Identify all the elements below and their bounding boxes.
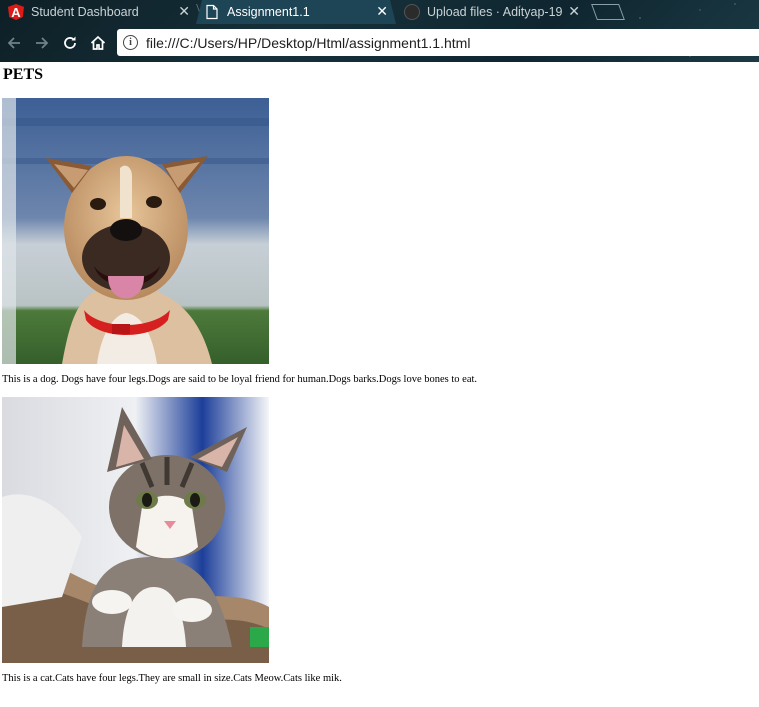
new-tab-button[interactable] — [591, 4, 625, 20]
cat-photo — [2, 397, 269, 663]
reload-icon — [64, 36, 76, 49]
cat-description: This is a cat.Cats have four legs.They a… — [2, 673, 342, 684]
tab-title: Assignment1.1 — [227, 5, 310, 19]
address-bar[interactable]: i file:///C:/Users/HP/Desktop/Html/assig… — [117, 29, 759, 56]
page-heading: PETS — [3, 66, 44, 83]
dog-illustration — [2, 98, 269, 364]
document-icon — [204, 4, 220, 20]
tab-title: Upload files · Adityap-19 — [427, 5, 563, 19]
home-icon — [90, 35, 106, 50]
reload-button[interactable] — [58, 31, 82, 55]
github-icon — [404, 4, 420, 20]
close-tab-icon[interactable]: ✕ — [376, 3, 388, 19]
forward-button[interactable] — [30, 31, 54, 55]
info-icon[interactable]: i — [123, 35, 138, 50]
dog-description: This is a dog. Dogs have four legs.Dogs … — [2, 374, 478, 385]
url-text[interactable]: file:///C:/Users/HP/Desktop/Html/assignm… — [146, 35, 470, 51]
dog-photo — [2, 98, 269, 364]
tab-strip: A Student Dashboard ✕ Assignment1.1 ✕ Up… — [0, 0, 759, 24]
tab-student-dashboard[interactable]: A Student Dashboard ✕ — [0, 0, 198, 24]
browser-chrome: A Student Dashboard ✕ Assignment1.1 ✕ Up… — [0, 0, 759, 62]
arrow-right-icon — [36, 37, 49, 49]
back-button[interactable] — [2, 31, 26, 55]
cat-illustration — [2, 397, 269, 663]
close-tab-icon[interactable]: ✕ — [178, 3, 190, 19]
close-tab-icon[interactable]: ✕ — [568, 3, 580, 19]
angular-icon: A — [8, 4, 24, 20]
tab-assignment[interactable]: Assignment1.1 ✕ — [196, 0, 396, 24]
arrow-left-icon — [7, 37, 20, 49]
browser-toolbar: i file:///C:/Users/HP/Desktop/Html/assig… — [0, 28, 759, 58]
home-button[interactable] — [86, 31, 110, 55]
tab-upload-files[interactable]: Upload files · Adityap-19 ✕ — [396, 0, 588, 24]
tab-title: Student Dashboard — [31, 5, 139, 19]
